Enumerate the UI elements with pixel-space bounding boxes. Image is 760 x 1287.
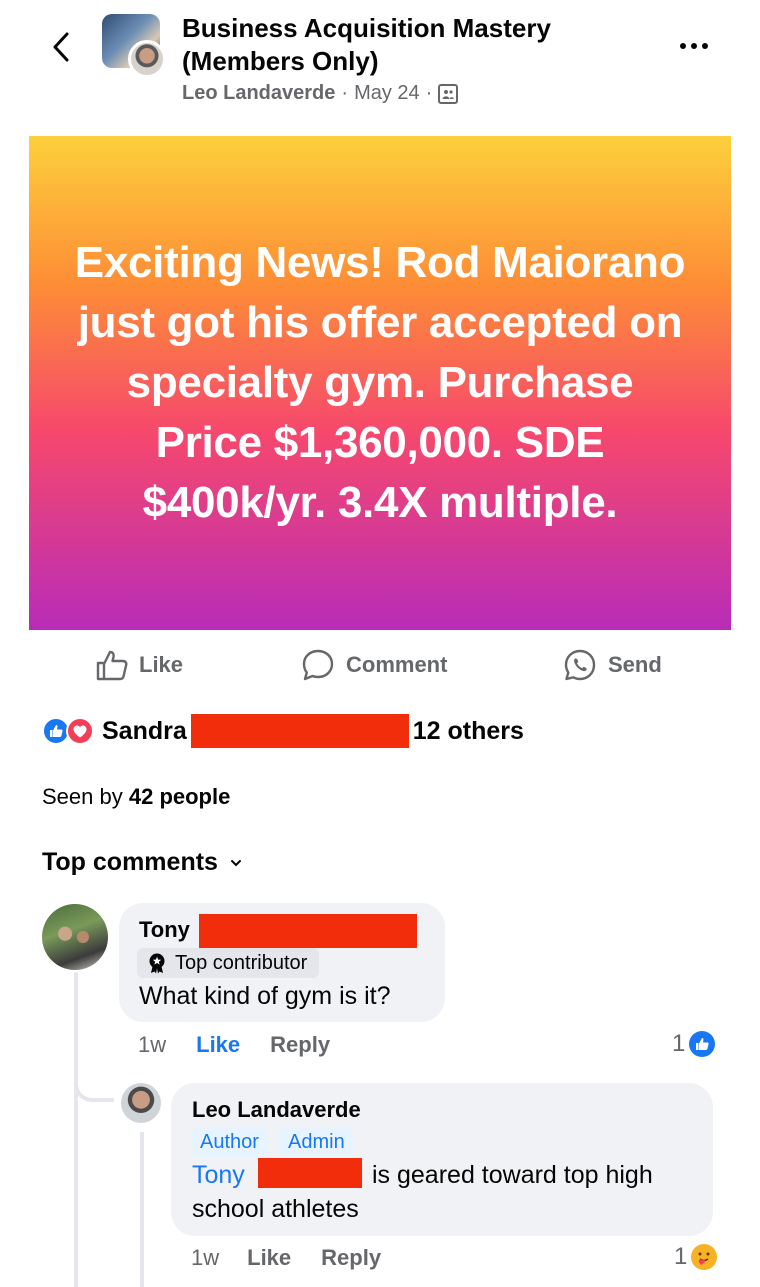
post-text: Exciting News! Rod Maiorano just got his…	[74, 238, 686, 527]
comment-sort-label: Top comments	[42, 848, 218, 876]
thread-connector	[74, 1100, 78, 1287]
reaction-count-number: 1	[674, 1243, 688, 1270]
commenter-avatar[interactable]	[42, 904, 108, 970]
post-action-bar: Like Comment Send	[0, 640, 760, 690]
comment-bubble-icon	[302, 649, 334, 681]
like-label: Like	[139, 652, 184, 677]
reply-meta: 1w Like Reply	[191, 1245, 381, 1271]
reaction-icons	[42, 717, 98, 745]
top-contributor-badge: Top contributor	[137, 948, 320, 978]
send-label: Send	[608, 652, 662, 677]
thread-connector	[140, 1132, 144, 1287]
chevron-left-icon	[53, 32, 69, 62]
care-reaction-icon	[691, 1244, 718, 1270]
reactor-others: 12 others	[412, 716, 524, 745]
comment-meta: 1w Like Reply	[138, 1032, 330, 1058]
seen-by-count: 42 people	[128, 784, 231, 809]
group-avatar[interactable]	[102, 14, 166, 78]
mention-link[interactable]: Tony	[192, 1161, 245, 1190]
like-reaction-icon	[689, 1031, 716, 1057]
thread-connector-curve	[74, 1060, 114, 1102]
send-button[interactable]: Send	[562, 640, 662, 690]
badge-label: Top contributor	[175, 951, 308, 974]
group-name[interactable]: Business Acquisition Mastery (Members On…	[182, 12, 642, 78]
meta-separator: ·	[425, 82, 433, 104]
post-banner[interactable]: Exciting News! Rod Maiorano just got his…	[29, 136, 731, 630]
members-privacy-icon	[438, 83, 459, 104]
reactor-name: Sandra	[102, 716, 187, 745]
reaction-count-number: 1	[672, 1030, 686, 1057]
author-avatar-small	[128, 40, 166, 78]
comment-reaction-count[interactable]: 1	[672, 1030, 716, 1058]
reply-reaction-count[interactable]: 1	[674, 1243, 718, 1271]
comment-like-button[interactable]: Like	[196, 1032, 240, 1058]
reply-reply-button[interactable]: Reply	[321, 1245, 381, 1271]
whatsapp-icon	[564, 649, 596, 681]
comment-label: Comment	[346, 652, 448, 677]
author-tag: Author	[192, 1127, 267, 1157]
reply-time[interactable]: 1w	[191, 1245, 219, 1271]
post-date[interactable]: May 24	[354, 82, 420, 105]
reply-text-line1: is geared toward top high	[372, 1161, 653, 1189]
post-header: Business Acquisition Mastery (Members On…	[0, 0, 760, 120]
comment-time[interactable]: 1w	[138, 1032, 166, 1058]
more-dot-icon	[680, 43, 686, 49]
redaction-block	[258, 1158, 362, 1188]
chevron-down-icon	[230, 859, 241, 866]
comment-sort-dropdown[interactable]: Top comments	[42, 848, 242, 877]
reply-text-line2: school athletes	[192, 1195, 359, 1223]
reply-author-name[interactable]: Leo Landaverde	[192, 1097, 361, 1123]
post-author[interactable]: Leo Landaverde	[182, 82, 335, 105]
comment-reply-button[interactable]: Reply	[270, 1032, 330, 1058]
reply-author-avatar[interactable]	[121, 1083, 161, 1123]
seen-by-prefix: Seen by	[42, 784, 123, 809]
reactions-summary[interactable]: Sandra 12 others	[42, 713, 524, 749]
commenter-name[interactable]: Tony	[139, 917, 190, 943]
back-button[interactable]	[46, 30, 76, 64]
seen-by[interactable]: Seen by 42 people	[42, 784, 230, 810]
more-dot-icon	[691, 43, 697, 49]
meta-separator: ·	[341, 82, 349, 104]
reply-like-button[interactable]: Like	[247, 1245, 291, 1271]
redaction-block	[190, 714, 409, 748]
more-options-button[interactable]	[676, 36, 712, 56]
post-meta: Leo Landaverde · May 24 ·	[182, 82, 459, 105]
like-button[interactable]: Like	[95, 640, 183, 690]
more-dot-icon	[702, 43, 708, 49]
thumbs-up-icon	[96, 650, 128, 681]
admin-tag: Admin	[280, 1127, 353, 1157]
comment-text: What kind of gym is it?	[139, 982, 391, 1010]
redaction-block	[199, 914, 417, 948]
love-reaction-icon	[66, 717, 94, 745]
comment-button[interactable]: Comment	[300, 640, 447, 690]
award-ribbon-icon	[149, 953, 165, 974]
